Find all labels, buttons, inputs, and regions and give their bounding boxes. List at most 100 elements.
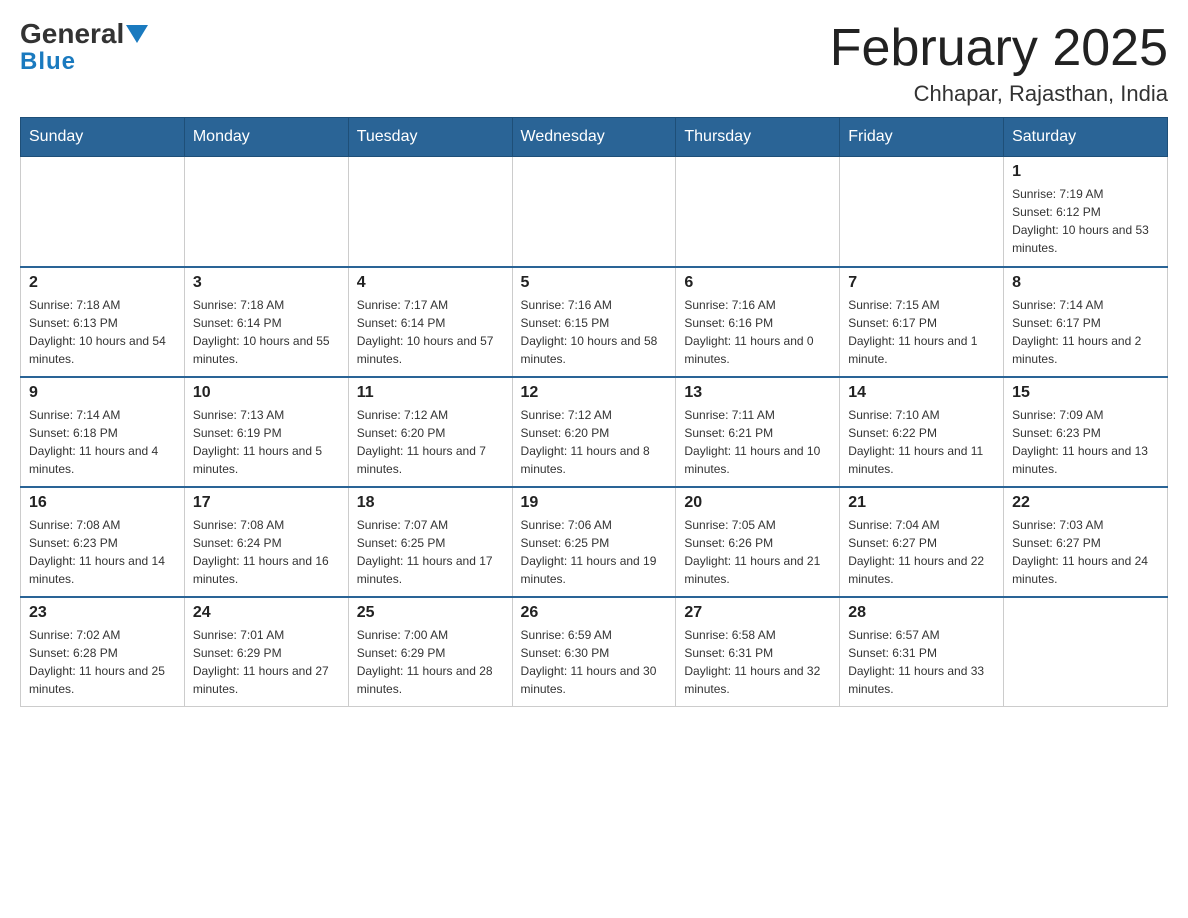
- day-info: Sunrise: 6:58 AM Sunset: 6:31 PM Dayligh…: [684, 626, 831, 698]
- calendar-cell: 26 Sunrise: 6:59 AM Sunset: 6:30 PM Dayli…: [512, 597, 676, 707]
- day-number: 18: [357, 494, 504, 512]
- day-number: 2: [29, 274, 176, 292]
- calendar-cell: [512, 157, 676, 267]
- day-header-monday: Monday: [184, 118, 348, 157]
- calendar-cell: [676, 157, 840, 267]
- day-number: 16: [29, 494, 176, 512]
- day-number: 8: [1012, 274, 1159, 292]
- calendar-cell: 22Sunrise: 7:03 AM Sunset: 6:27 PM Dayli…: [1004, 487, 1168, 597]
- day-number: 13: [684, 384, 831, 402]
- day-info: Sunrise: 7:10 AM Sunset: 6:22 PM Dayligh…: [848, 406, 995, 478]
- day-number: 21: [848, 494, 995, 512]
- day-info: Sunrise: 7:13 AM Sunset: 6:19 PM Dayligh…: [193, 406, 340, 478]
- day-number: 28: [848, 604, 995, 622]
- day-number: 5: [521, 274, 668, 292]
- day-info: Sunrise: 7:18 AM Sunset: 6:14 PM Dayligh…: [193, 296, 340, 368]
- calendar-header-row: SundayMondayTuesdayWednesdayThursdayFrid…: [21, 118, 1168, 157]
- day-number: 15: [1012, 384, 1159, 402]
- day-info: Sunrise: 7:19 AM Sunset: 6:12 PM Dayligh…: [1012, 185, 1159, 257]
- calendar-cell: 11Sunrise: 7:12 AM Sunset: 6:20 PM Dayli…: [348, 377, 512, 487]
- calendar-cell: 24 Sunrise: 7:01 AM Sunset: 6:29 PM Dayli…: [184, 597, 348, 707]
- calendar-cell: 3 Sunrise: 7:18 AM Sunset: 6:14 PM Daylig…: [184, 267, 348, 377]
- day-info: Sunrise: 7:16 AM Sunset: 6:15 PM Dayligh…: [521, 296, 668, 368]
- day-info: Sunrise: 7:02 AM Sunset: 6:28 PM Dayligh…: [29, 626, 176, 698]
- calendar-cell: 12 Sunrise: 7:12 AM Sunset: 6:20 PM Dayli…: [512, 377, 676, 487]
- day-info: Sunrise: 7:17 AM Sunset: 6:14 PM Dayligh…: [357, 296, 504, 368]
- calendar-cell: 16 Sunrise: 7:08 AM Sunset: 6:23 PM Dayli…: [21, 487, 185, 597]
- logo: General Blue: [20, 20, 148, 76]
- calendar-cell: 17 Sunrise: 7:08 AM Sunset: 6:24 PM Dayli…: [184, 487, 348, 597]
- day-number: 23: [29, 604, 176, 622]
- day-number: 20: [684, 494, 831, 512]
- day-number: 10: [193, 384, 340, 402]
- calendar-cell: 6 Sunrise: 7:16 AM Sunset: 6:16 PM Daylig…: [676, 267, 840, 377]
- day-number: 1: [1012, 163, 1159, 181]
- day-info: Sunrise: 7:08 AM Sunset: 6:24 PM Dayligh…: [193, 516, 340, 588]
- day-info: Sunrise: 7:09 AM Sunset: 6:23 PM Dayligh…: [1012, 406, 1159, 478]
- calendar-cell: 21 Sunrise: 7:04 AM Sunset: 6:27 PM Dayli…: [840, 487, 1004, 597]
- day-number: 14: [848, 384, 995, 402]
- calendar-cell: [348, 157, 512, 267]
- day-number: 7: [848, 274, 995, 292]
- day-number: 24: [193, 604, 340, 622]
- calendar-week-row: 16 Sunrise: 7:08 AM Sunset: 6:23 PM Dayli…: [21, 487, 1168, 597]
- title-section: February 2025 Chhapar, Rajasthan, India: [830, 20, 1168, 107]
- calendar-cell: [840, 157, 1004, 267]
- calendar-cell: 8 Sunrise: 7:14 AM Sunset: 6:17 PM Daylig…: [1004, 267, 1168, 377]
- day-number: 26: [521, 604, 668, 622]
- day-info: Sunrise: 7:11 AM Sunset: 6:21 PM Dayligh…: [684, 406, 831, 478]
- calendar-cell: 27 Sunrise: 6:58 AM Sunset: 6:31 PM Dayli…: [676, 597, 840, 707]
- calendar-cell: 25 Sunrise: 7:00 AM Sunset: 6:29 PM Dayli…: [348, 597, 512, 707]
- day-number: 17: [193, 494, 340, 512]
- day-info: Sunrise: 6:57 AM Sunset: 6:31 PM Dayligh…: [848, 626, 995, 698]
- day-info: Sunrise: 7:16 AM Sunset: 6:16 PM Dayligh…: [684, 296, 831, 368]
- day-number: 19: [521, 494, 668, 512]
- day-info: Sunrise: 7:04 AM Sunset: 6:27 PM Dayligh…: [848, 516, 995, 588]
- calendar-cell: 5 Sunrise: 7:16 AM Sunset: 6:15 PM Daylig…: [512, 267, 676, 377]
- logo-general: General: [20, 20, 124, 48]
- calendar-table: SundayMondayTuesdayWednesdayThursdayFrid…: [20, 117, 1168, 707]
- calendar-week-row: 1 Sunrise: 7:19 AM Sunset: 6:12 PM Daylig…: [21, 157, 1168, 267]
- calendar-cell: [184, 157, 348, 267]
- day-header-tuesday: Tuesday: [348, 118, 512, 157]
- calendar-cell: 4Sunrise: 7:17 AM Sunset: 6:14 PM Daylig…: [348, 267, 512, 377]
- day-header-thursday: Thursday: [676, 118, 840, 157]
- calendar-cell: [21, 157, 185, 267]
- calendar-week-row: 9Sunrise: 7:14 AM Sunset: 6:18 PM Daylig…: [21, 377, 1168, 487]
- day-header-wednesday: Wednesday: [512, 118, 676, 157]
- day-header-sunday: Sunday: [21, 118, 185, 157]
- logo-blue: Blue: [20, 48, 76, 76]
- day-number: 27: [684, 604, 831, 622]
- day-number: 3: [193, 274, 340, 292]
- calendar-cell: 7 Sunrise: 7:15 AM Sunset: 6:17 PM Daylig…: [840, 267, 1004, 377]
- day-info: Sunrise: 7:07 AM Sunset: 6:25 PM Dayligh…: [357, 516, 504, 588]
- day-info: Sunrise: 7:14 AM Sunset: 6:17 PM Dayligh…: [1012, 296, 1159, 368]
- calendar-week-row: 2 Sunrise: 7:18 AM Sunset: 6:13 PM Daylig…: [21, 267, 1168, 377]
- logo-icon: [126, 25, 148, 43]
- day-info: Sunrise: 7:12 AM Sunset: 6:20 PM Dayligh…: [521, 406, 668, 478]
- day-info: Sunrise: 6:59 AM Sunset: 6:30 PM Dayligh…: [521, 626, 668, 698]
- calendar-cell: 10 Sunrise: 7:13 AM Sunset: 6:19 PM Dayli…: [184, 377, 348, 487]
- day-info: Sunrise: 7:06 AM Sunset: 6:25 PM Dayligh…: [521, 516, 668, 588]
- day-number: 11: [357, 384, 504, 402]
- calendar-cell: 1 Sunrise: 7:19 AM Sunset: 6:12 PM Daylig…: [1004, 157, 1168, 267]
- day-info: Sunrise: 7:15 AM Sunset: 6:17 PM Dayligh…: [848, 296, 995, 368]
- day-info: Sunrise: 7:00 AM Sunset: 6:29 PM Dayligh…: [357, 626, 504, 698]
- day-number: 22: [1012, 494, 1159, 512]
- day-number: 6: [684, 274, 831, 292]
- calendar-cell: 18 Sunrise: 7:07 AM Sunset: 6:25 PM Dayli…: [348, 487, 512, 597]
- day-info: Sunrise: 7:18 AM Sunset: 6:13 PM Dayligh…: [29, 296, 176, 368]
- day-info: Sunrise: 7:14 AM Sunset: 6:18 PM Dayligh…: [29, 406, 176, 478]
- day-header-saturday: Saturday: [1004, 118, 1168, 157]
- page-header: General Blue February 2025 Chhapar, Raja…: [20, 20, 1168, 107]
- calendar-cell: [1004, 597, 1168, 707]
- calendar-cell: 9Sunrise: 7:14 AM Sunset: 6:18 PM Daylig…: [21, 377, 185, 487]
- calendar-week-row: 23 Sunrise: 7:02 AM Sunset: 6:28 PM Dayli…: [21, 597, 1168, 707]
- day-number: 12: [521, 384, 668, 402]
- calendar-cell: 28 Sunrise: 6:57 AM Sunset: 6:31 PM Dayli…: [840, 597, 1004, 707]
- day-info: Sunrise: 7:01 AM Sunset: 6:29 PM Dayligh…: [193, 626, 340, 698]
- calendar-cell: 20Sunrise: 7:05 AM Sunset: 6:26 PM Dayli…: [676, 487, 840, 597]
- calendar-cell: 2 Sunrise: 7:18 AM Sunset: 6:13 PM Daylig…: [21, 267, 185, 377]
- day-info: Sunrise: 7:08 AM Sunset: 6:23 PM Dayligh…: [29, 516, 176, 588]
- day-number: 25: [357, 604, 504, 622]
